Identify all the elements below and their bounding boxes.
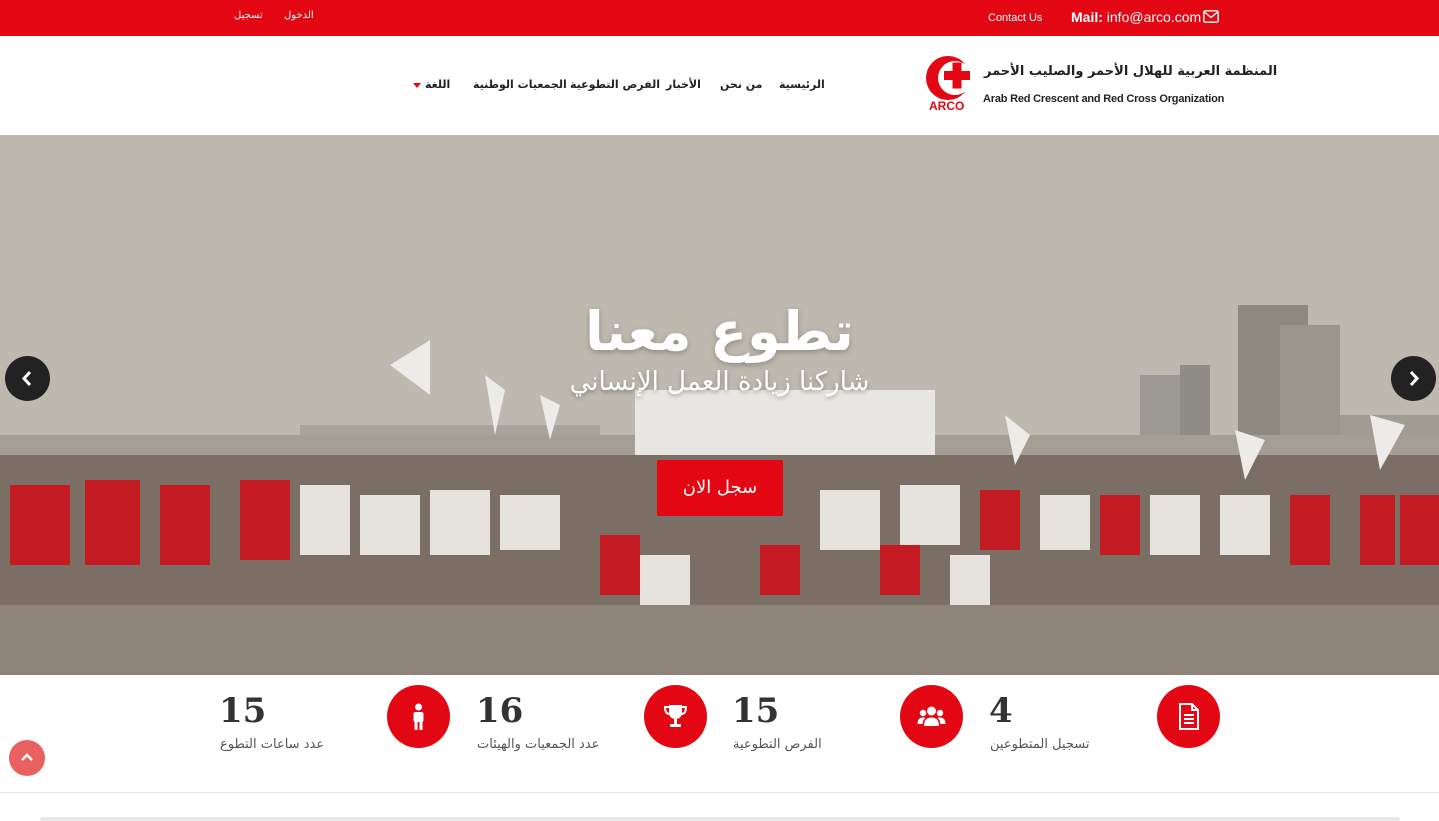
nav-home[interactable]: الرئيسية xyxy=(779,78,825,91)
mail-label: Mail: xyxy=(1071,9,1103,25)
hero-subtitle: شاركنا زيادة العمل الإنساني xyxy=(569,367,870,397)
stat-icon-circle xyxy=(1157,685,1220,748)
stat-label: عدد ساعات التطوع xyxy=(220,737,325,752)
stat-label: عدد الجمعيات والهيئات xyxy=(477,737,600,752)
logo-english-name: Arab Red Crescent and Red Cross Organiza… xyxy=(983,93,1225,105)
users-icon xyxy=(917,706,946,726)
person-icon xyxy=(413,703,424,730)
envelope-icon[interactable] xyxy=(1203,10,1219,23)
chevron-up-icon xyxy=(21,753,33,761)
slider-prev-button[interactable] xyxy=(5,356,50,401)
scroll-to-top-button[interactable] xyxy=(9,740,45,776)
nav-language-dropdown[interactable]: اللغة xyxy=(413,78,450,91)
stat-icon-circle xyxy=(644,685,707,748)
register-link[interactable]: تسجيل xyxy=(234,10,263,21)
chevron-right-icon xyxy=(1409,370,1420,387)
logo-arabic-name: المنظمة العربية للهلال الأحمر والصليب ال… xyxy=(984,64,1278,79)
nav-language-label: اللغة xyxy=(425,78,451,91)
stat-label: تسجيل المتطوعين xyxy=(990,737,1090,752)
mail-link[interactable]: Mail: info@arco.com xyxy=(1071,9,1201,25)
chevron-left-icon xyxy=(21,370,32,387)
stat-value: 15 xyxy=(219,691,267,731)
caret-down-icon xyxy=(413,82,421,88)
nav-about[interactable]: من نحن xyxy=(720,78,763,91)
nav-opportunities[interactable]: الفرص التطوعية xyxy=(570,78,660,91)
stat-value: 16 xyxy=(476,691,524,731)
stat-value: 15 xyxy=(732,691,780,731)
stat-label: الفرص التطوعية xyxy=(733,737,822,752)
stat-icon-circle xyxy=(387,685,450,748)
contact-us-link[interactable]: Contact Us xyxy=(988,12,1042,24)
trophy-icon xyxy=(663,705,688,727)
login-link[interactable]: الدخول xyxy=(284,10,314,21)
nav-societies[interactable]: الجمعيات الوطنية xyxy=(473,78,567,91)
main-header: الرئيسية من نحن الأخبار الفرص التطوعية ا… xyxy=(0,36,1439,135)
document-icon xyxy=(1179,703,1199,730)
logo-short-text: ARCO xyxy=(929,99,964,113)
hero-title: تطوع معنا xyxy=(585,300,854,363)
mail-address: info@arco.com xyxy=(1106,9,1202,25)
slider-next-button[interactable] xyxy=(1391,356,1436,401)
hero-slider: تطوع معنا شاركنا زيادة العمل الإنساني سج… xyxy=(0,135,1439,675)
next-section-edge xyxy=(40,817,1400,821)
stat-icon-circle xyxy=(900,685,963,748)
hero-background-photo xyxy=(0,135,1439,675)
stat-value: 4 xyxy=(989,691,1013,731)
top-bar: تسجيل الدخول Contact Us Mail: info@arco.… xyxy=(0,0,1439,36)
stats-bar: 15 عدد ساعات التطوع 16 عدد الجمعيات واله… xyxy=(0,675,1439,793)
nav-news[interactable]: الأخبار xyxy=(666,78,701,91)
register-now-button[interactable]: سجل الان xyxy=(657,460,783,516)
